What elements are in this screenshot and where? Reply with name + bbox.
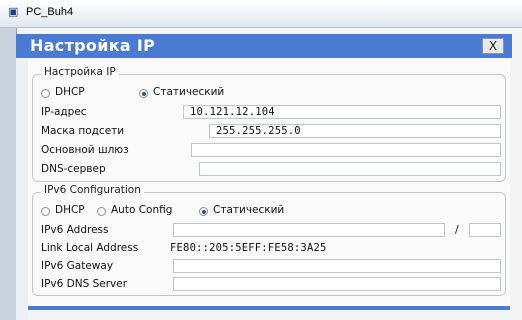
ipv4-static-radio[interactable] [139,89,148,98]
settings-panel: Настройка IP DHCP Статический IP-адрес 1… [28,60,510,306]
link-local-address-value: FE80::205:5EFF:FE58:3A25 [170,242,327,254]
ipv6-prefix-input[interactable] [469,223,501,237]
ipv6-dhcp-label[interactable]: DHCP [55,204,85,216]
os-window-title: PC_Buh4 [26,6,74,18]
ipv6-gateway-label: IPv6 Gateway [41,260,114,272]
ipv6-group: IPv6 Configuration DHCP Auto Config Стат… [32,184,506,296]
dns-server-input[interactable] [199,162,501,176]
ipv6-dns-server-label: IPv6 DNS Server [41,278,128,290]
default-gateway-label: Основной шлюз [41,144,129,156]
ip-address-label: IP-адрес [41,106,87,118]
dialog-header: Настройка IP X [16,34,512,58]
ipv6-dhcp-radio[interactable] [41,207,50,216]
subnet-mask-label: Маска подсети [41,125,125,137]
ipv6-auto-config-label[interactable]: Auto Config [111,204,172,216]
subnet-mask-input[interactable]: 255.255.255.0 [209,124,501,138]
prefix-separator: / [455,223,459,236]
ipv6-auto-config-radio[interactable] [97,207,106,216]
os-titlebar: ▣ PC_Buh4 [0,0,522,28]
ipv4-dhcp-label[interactable]: DHCP [55,86,85,98]
ipv6-legend: IPv6 Configuration [41,184,144,196]
ipv6-gateway-input[interactable] [173,259,501,273]
close-button[interactable]: X [482,38,504,54]
ipv6-address-input[interactable] [173,223,445,237]
ip-address-input[interactable]: 10.121.12.104 [183,105,501,119]
ipv6-address-label: IPv6 Address [41,224,109,236]
ipv4-legend: Настройка IP [41,66,119,78]
dialog-title: Настройка IP [30,36,156,55]
ipv6-static-label[interactable]: Статический [213,204,284,216]
ipv6-dns-server-input[interactable] [173,277,501,291]
window-left-edge [16,58,28,320]
link-local-address-label: Link Local Address [41,242,139,254]
ipv4-static-label[interactable]: Статический [153,86,224,98]
default-gateway-input[interactable] [191,143,501,157]
dns-server-label: DNS-сервер [41,163,106,175]
ipv4-group: Настройка IP DHCP Статический IP-адрес 1… [32,66,506,182]
bottom-accent-bar [28,306,510,310]
ipv6-static-radio[interactable] [199,207,208,216]
ipv4-dhcp-radio[interactable] [41,89,50,98]
app-icon: ▣ [8,5,19,18]
